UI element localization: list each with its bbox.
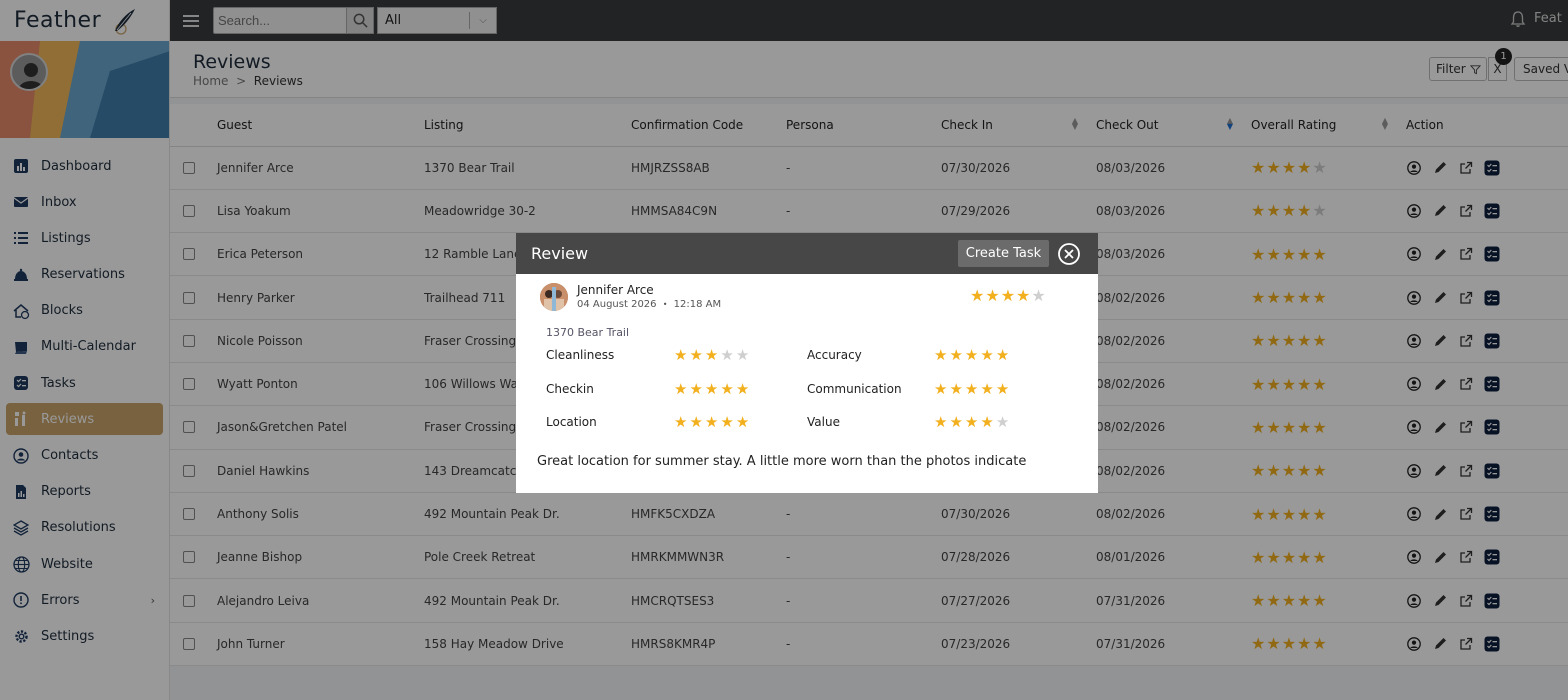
close-icon[interactable] [1057, 242, 1081, 266]
review-date: 04 August 2026 [577, 299, 657, 310]
star-filled-icon: ★ [949, 413, 965, 431]
star-filled-icon: ★ [689, 380, 705, 398]
star-filled-icon: ★ [934, 413, 950, 431]
category-stars-checkin: ★★★★★ [674, 379, 751, 398]
category-stars-accuracy: ★★★★★ [934, 345, 1011, 364]
star-filled-icon: ★ [689, 346, 705, 364]
star-filled-icon: ★ [985, 286, 1001, 305]
star-filled-icon: ★ [934, 380, 950, 398]
category-label-checkin: Checkin [546, 382, 594, 396]
star-filled-icon: ★ [704, 413, 721, 431]
review-modal: Review Create Task Jennifer Arce 04 Augu… [516, 233, 1098, 493]
star-filled-icon: ★ [980, 380, 996, 398]
reviewer-avatar [540, 283, 568, 311]
star-empty-icon: ★ [720, 346, 736, 364]
star-filled-icon: ★ [995, 380, 1012, 398]
star-filled-icon: ★ [1016, 286, 1032, 305]
star-filled-icon: ★ [735, 413, 752, 431]
star-filled-icon: ★ [674, 380, 690, 398]
star-filled-icon: ★ [720, 413, 736, 431]
star-filled-icon: ★ [674, 346, 690, 364]
review-datetime: 04 August 2026 • 12:18 AM [577, 299, 721, 310]
star-filled-icon: ★ [964, 346, 981, 364]
star-empty-icon: ★ [995, 413, 1012, 431]
review-time: 12:18 AM [673, 299, 722, 310]
star-filled-icon: ★ [1000, 286, 1017, 305]
star-filled-icon: ★ [970, 286, 986, 305]
star-filled-icon: ★ [964, 380, 981, 398]
star-filled-icon: ★ [964, 413, 981, 431]
reviewer-name: Jennifer Arce [577, 283, 654, 297]
category-label-cleanliness: Cleanliness [546, 348, 615, 362]
category-stars-value: ★★★★★ [934, 412, 1011, 431]
star-filled-icon: ★ [674, 413, 690, 431]
review-dot: • [662, 300, 668, 309]
star-filled-icon: ★ [720, 380, 736, 398]
star-filled-icon: ★ [704, 380, 721, 398]
category-label-communication: Communication [807, 382, 902, 396]
category-stars-communication: ★★★★★ [934, 379, 1011, 398]
star-filled-icon: ★ [704, 346, 721, 364]
category-stars-location: ★★★★★ [674, 412, 751, 431]
star-filled-icon: ★ [980, 413, 996, 431]
create-task-button[interactable]: Create Task [958, 240, 1049, 267]
star-filled-icon: ★ [980, 346, 996, 364]
modal-title: Review [531, 244, 589, 263]
star-empty-icon: ★ [1031, 286, 1047, 305]
category-label-value: Value [807, 415, 840, 429]
star-filled-icon: ★ [689, 413, 705, 431]
category-label-accuracy: Accuracy [807, 348, 862, 362]
star-filled-icon: ★ [949, 380, 965, 398]
category-stars-cleanliness: ★★★★★ [674, 345, 751, 364]
star-filled-icon: ★ [735, 380, 752, 398]
overall-rating-stars: ★★★★★ [970, 286, 1047, 305]
star-filled-icon: ★ [934, 346, 950, 364]
star-filled-icon: ★ [995, 346, 1012, 364]
review-listing: 1370 Bear Trail [546, 326, 630, 339]
star-filled-icon: ★ [949, 346, 965, 364]
star-empty-icon: ★ [735, 346, 752, 364]
category-label-location: Location [546, 415, 597, 429]
review-text: Great location for summer stay. A little… [537, 454, 1027, 469]
